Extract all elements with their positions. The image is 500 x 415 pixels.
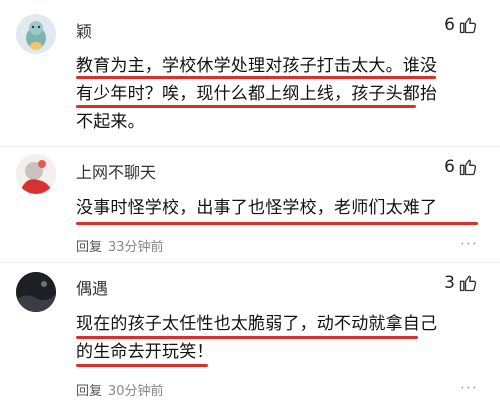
timestamp: 33分钟前	[108, 240, 164, 255]
like-count: 6	[444, 157, 455, 177]
comment-line: 不起来。	[76, 112, 145, 132]
comment-text: 没事时怪学校，出事了也怪学校，老师们太难了	[76, 194, 476, 222]
reply-row: 回复 30分钟前	[76, 380, 164, 399]
avatar[interactable]	[16, 154, 56, 194]
reply-row: 回复 33分钟前	[76, 236, 164, 255]
divider	[0, 262, 500, 263]
comment-line: 现在的孩子太任性也太脆弱了，动不动就拿自己	[76, 314, 438, 334]
thumbs-up-icon	[459, 159, 477, 176]
username[interactable]: 偶遇	[76, 275, 108, 299]
username[interactable]: 颖	[76, 18, 92, 42]
more-icon[interactable]: ···	[460, 378, 478, 397]
highlight-underline	[76, 105, 416, 108]
highlight-underline	[76, 336, 418, 339]
avatar[interactable]	[16, 272, 56, 312]
highlight-underline	[76, 364, 208, 367]
timestamp: 30分钟前	[108, 384, 164, 399]
divider	[0, 146, 500, 147]
like-button[interactable]: 6	[444, 15, 478, 35]
comment-line: 没事时怪学校，出事了也怪学校，老师们太难了	[76, 198, 438, 218]
more-icon[interactable]: ···	[460, 234, 478, 253]
thumbs-up-icon	[459, 275, 477, 292]
highlight-underline	[76, 222, 478, 225]
like-button[interactable]: 3	[444, 273, 478, 293]
thumbs-up-icon	[459, 17, 477, 34]
avatar[interactable]	[16, 14, 56, 54]
highlight-underline	[76, 76, 436, 79]
comment-line: 有少年时？唉，现什么都上纲上线，孩子头都抬	[76, 84, 438, 104]
reply-button[interactable]: 回复	[76, 236, 102, 255]
reply-button[interactable]: 回复	[76, 380, 102, 399]
username[interactable]: 上网不聊天	[76, 159, 156, 183]
like-count: 3	[444, 273, 455, 293]
comment-text: 教育为主，学校休学处理对孩子打击太大。谁没 有少年时？唉，现什么都上纲上线，孩子…	[76, 52, 476, 136]
like-count: 6	[444, 15, 455, 35]
comment-line: 的生命去开玩笑！	[76, 342, 214, 362]
like-button[interactable]: 6	[444, 157, 478, 177]
